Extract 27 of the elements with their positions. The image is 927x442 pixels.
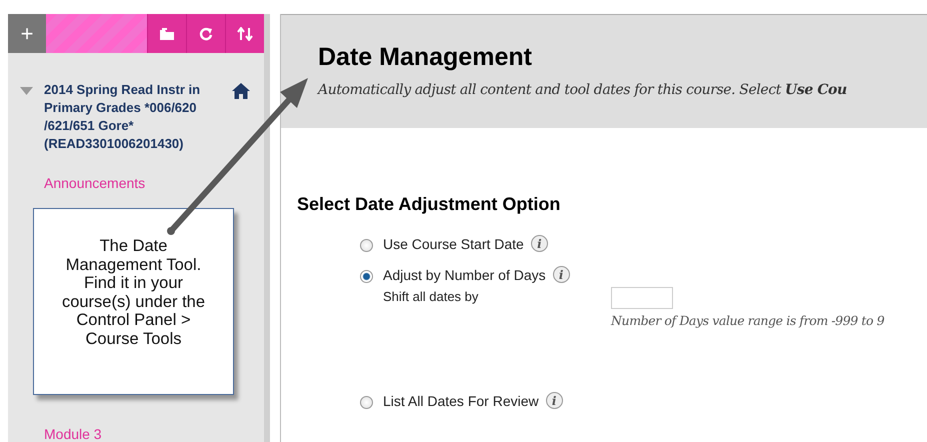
refresh-icon	[199, 26, 213, 40]
sort-button[interactable]	[225, 14, 264, 53]
add-button[interactable]: +	[8, 14, 46, 53]
info-icon[interactable]: i	[552, 266, 570, 283]
info-icon[interactable]: i	[530, 235, 548, 252]
radio-button[interactable]	[360, 270, 373, 283]
days-input-field[interactable]	[611, 287, 673, 309]
radio-button[interactable]	[360, 396, 373, 409]
sidebar-link[interactable]: Announcements	[8, 175, 264, 191]
page-title: Date Management	[318, 43, 533, 72]
course-title[interactable]: 2014 Spring Read Instr in Primary Grades *006/620 /621/651 Gore* (READ3301006201430)	[44, 81, 221, 153]
home-icon[interactable]	[232, 83, 250, 99]
section-heading: Select Date Adjustment Option	[297, 194, 562, 215]
folder-button[interactable]	[147, 14, 186, 53]
field-label: Shift all dates by	[383, 289, 480, 306]
sort-icon	[237, 26, 253, 40]
radio-button[interactable]	[360, 239, 373, 252]
option-label[interactable]: Use Course Start Date	[383, 236, 524, 252]
range-hint: Number of Days value range is from -999 to 9	[611, 313, 884, 328]
refresh-button[interactable]	[186, 14, 225, 53]
folder-icon	[159, 27, 175, 40]
callout-text: The Date Management Tool. Find it in your course(s) under the Control Panel > Course Tools	[60, 237, 206, 350]
info-icon[interactable]: i	[546, 392, 563, 409]
page-description: Automatically adjust all content and tool dates for this course. Select Use Cou	[318, 82, 848, 98]
option-label[interactable]: Adjust by Number of Days	[383, 266, 546, 282]
option-label[interactable]: List All Dates For Review	[383, 392, 539, 408]
sidebar-link[interactable]: Module 3	[8, 426, 264, 442]
